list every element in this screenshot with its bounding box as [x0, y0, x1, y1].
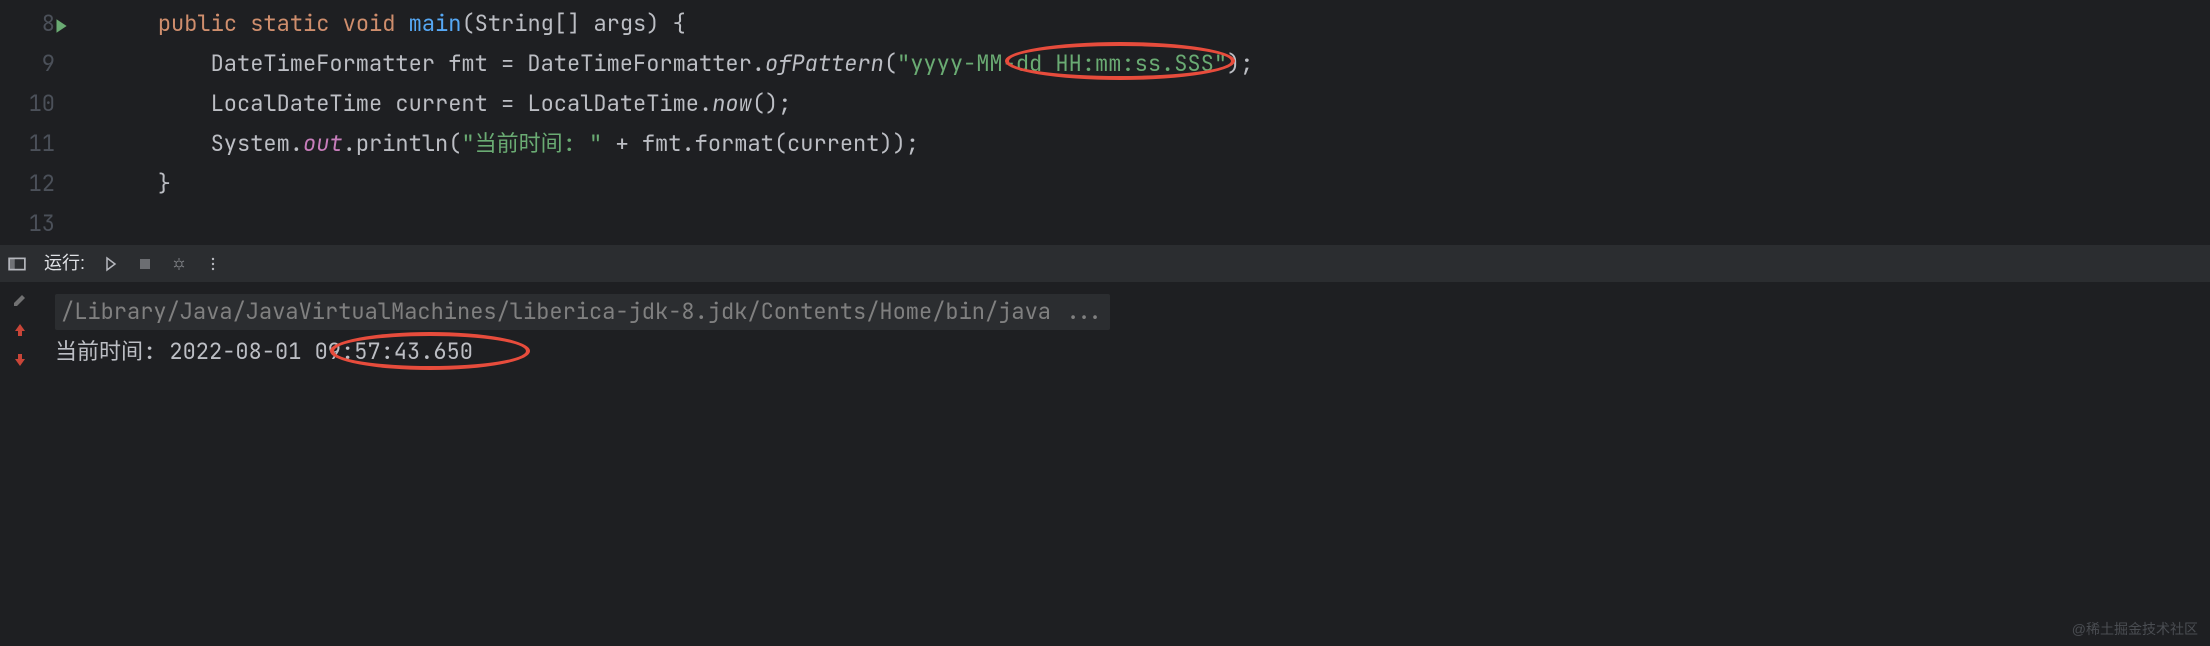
line-number: 10 — [0, 84, 55, 124]
code-line: DateTimeFormatter fmt = DateTimeFormatte… — [75, 44, 2210, 84]
debug-icon[interactable] — [171, 256, 187, 272]
console-output[interactable]: /Library/Java/JavaVirtualMachines/liberi… — [40, 282, 2210, 382]
console-command-line: /Library/Java/JavaVirtualMachines/liberi… — [55, 292, 2200, 332]
console-output-line: 当前时间: 2022-08-01 09:57:43.650 — [55, 332, 2200, 372]
run-label: 运行: — [44, 249, 85, 278]
console-gutter — [0, 282, 40, 382]
line-number: 9 — [0, 44, 55, 84]
code-content[interactable]: public static void main(String[] args) {… — [75, 0, 2210, 244]
code-line — [75, 204, 2210, 244]
code-editor[interactable]: 8 9 10 11 12 13 public static void main(… — [0, 0, 2210, 244]
code-line: } — [75, 164, 2210, 204]
down-arrow-icon[interactable] — [12, 352, 28, 368]
line-number: 8 — [0, 4, 55, 44]
rerun-icon[interactable] — [103, 256, 119, 272]
panel-icon[interactable] — [8, 255, 26, 273]
stop-icon[interactable] — [137, 256, 153, 272]
line-number: 12 — [0, 164, 55, 204]
run-toolbar: 运行: — [0, 244, 2210, 282]
line-gutter: 8 9 10 11 12 13 — [0, 0, 75, 244]
up-arrow-icon[interactable] — [12, 322, 28, 338]
edit-icon[interactable] — [12, 292, 28, 308]
line-number: 13 — [0, 204, 55, 244]
code-line: LocalDateTime current = LocalDateTime.no… — [75, 84, 2210, 124]
watermark: @稀土掘金技术社区 — [2072, 618, 2198, 640]
more-icon[interactable] — [205, 256, 221, 272]
line-number: 11 — [0, 124, 55, 164]
console-panel: /Library/Java/JavaVirtualMachines/liberi… — [0, 282, 2210, 382]
code-line: public static void main(String[] args) { — [75, 4, 2210, 44]
code-line: System.out.println("当前时间: " + fmt.format… — [75, 124, 2210, 164]
